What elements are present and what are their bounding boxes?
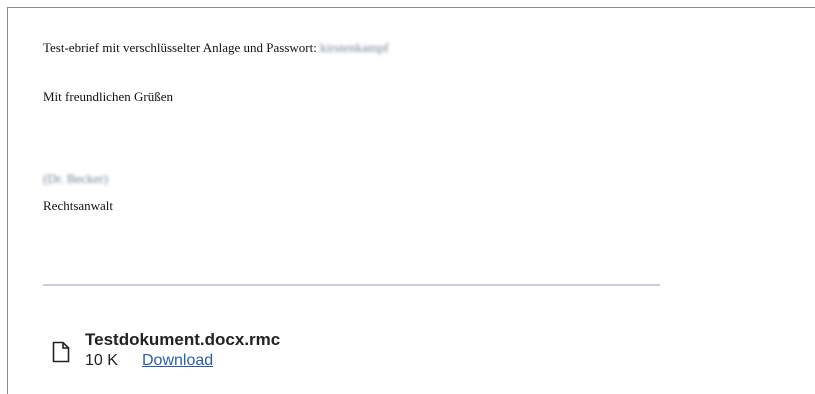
redacted-password: kirstenkampf [320, 40, 389, 55]
attachment-filename: Testdokument.docx.rmc [85, 330, 281, 349]
download-link[interactable]: Download [142, 352, 213, 370]
attachment-size: 10 K [85, 352, 118, 369]
redacted-signature-name: (Dr. Becker) [43, 171, 108, 186]
attachment-item: Testdokument.docx.rmc 10 K Download [52, 330, 372, 386]
email-intro-text: Test-ebrief mit verschlüsselter Anlage u… [43, 40, 317, 55]
attachment-divider [43, 284, 660, 286]
signature-name: (Dr. Becker) [43, 171, 108, 187]
email-body-line: Test-ebrief mit verschlüsselter Anlage u… [43, 40, 389, 56]
file-icon [52, 341, 70, 363]
email-closing: Mit freundlichen Grüßen [43, 89, 173, 104]
signature-title: Rechtsanwalt [43, 198, 114, 213]
email-message-pane: Test-ebrief mit verschlüsselter Anlage u… [7, 7, 815, 394]
